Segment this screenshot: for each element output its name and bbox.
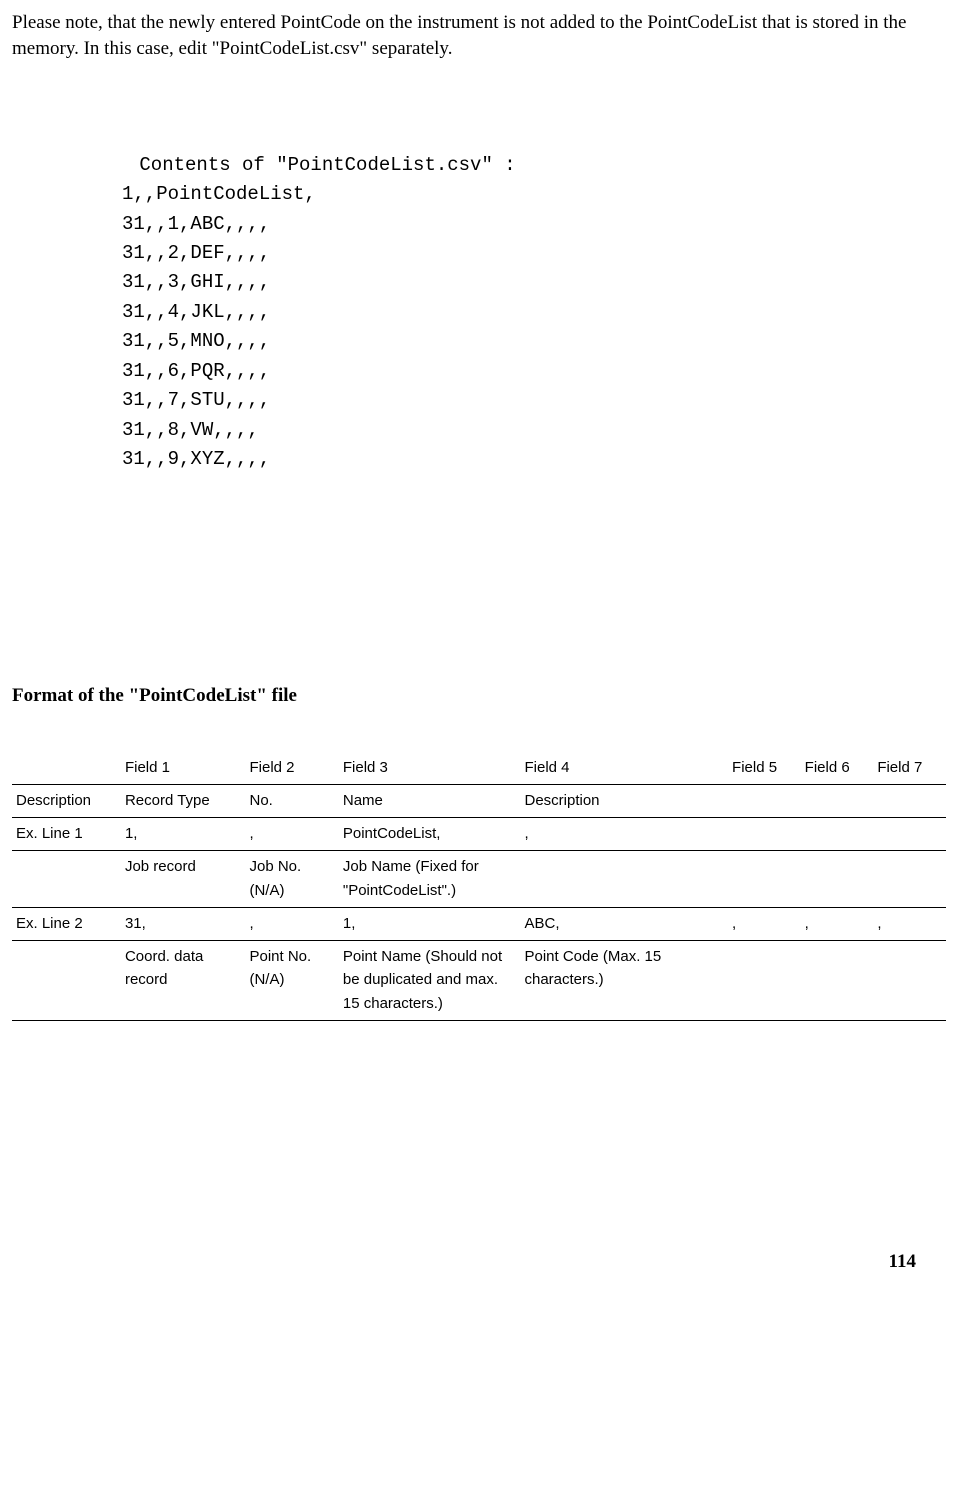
cell bbox=[12, 851, 121, 908]
intro-text: Please note, that the newly entered Poin… bbox=[12, 12, 906, 59]
table-row: Job record Job No. (N/A) Job Name (Fixed… bbox=[12, 851, 946, 908]
cell: Field 7 bbox=[873, 752, 946, 785]
cell: , bbox=[728, 907, 801, 940]
cell: Point Name (Should not be duplicated and… bbox=[339, 941, 521, 1021]
table-row: Coord. data record Point No. (N/A) Point… bbox=[12, 941, 946, 1021]
csv-line: 31,,5,MNO,,,, bbox=[122, 330, 270, 352]
section-title: Format of the "PointCodeList" file bbox=[12, 685, 946, 707]
cell: Description bbox=[12, 784, 121, 817]
cell: ABC, bbox=[520, 907, 728, 940]
cell: Field 3 bbox=[339, 752, 521, 785]
csv-line: 31,,8,VW,,,, bbox=[122, 419, 259, 441]
csv-line: 31,,7,STU,,,, bbox=[122, 389, 270, 411]
cell: Field 5 bbox=[728, 752, 801, 785]
cell bbox=[801, 784, 874, 817]
cell bbox=[728, 851, 801, 908]
cell: Job record bbox=[121, 851, 246, 908]
cell bbox=[728, 784, 801, 817]
csv-contents-block: Contents of "PointCodeList.csv" : 1,,Poi… bbox=[122, 121, 946, 474]
cell: , bbox=[873, 907, 946, 940]
cell: Job Name (Fixed for "PointCodeList".) bbox=[339, 851, 521, 908]
cell bbox=[801, 851, 874, 908]
cell: Field 4 bbox=[520, 752, 728, 785]
cell: Field 1 bbox=[121, 752, 246, 785]
cell: Name bbox=[339, 784, 521, 817]
cell: 1, bbox=[339, 907, 521, 940]
page-number: 114 bbox=[12, 1251, 946, 1273]
cell bbox=[873, 851, 946, 908]
cell: , bbox=[245, 907, 338, 940]
csv-line: 31,,1,ABC,,,, bbox=[122, 213, 270, 235]
cell: Description bbox=[520, 784, 728, 817]
cell bbox=[873, 941, 946, 1021]
cell: Point Code (Max. 15 characters.) bbox=[520, 941, 728, 1021]
cell: Record Type bbox=[121, 784, 246, 817]
cell: 31, bbox=[121, 907, 246, 940]
cell: No. bbox=[245, 784, 338, 817]
cell: , bbox=[520, 818, 728, 851]
csv-line: 31,,2,DEF,,,, bbox=[122, 242, 270, 264]
cell: Ex. Line 1 bbox=[12, 818, 121, 851]
table-row: Ex. Line 1 1, , PointCodeList, , bbox=[12, 818, 946, 851]
cell bbox=[728, 818, 801, 851]
cell: Ex. Line 2 bbox=[12, 907, 121, 940]
cell: PointCodeList, bbox=[339, 818, 521, 851]
cell bbox=[12, 752, 121, 785]
cell bbox=[873, 784, 946, 817]
cell: Field 2 bbox=[245, 752, 338, 785]
table-row: Description Record Type No. Name Descrip… bbox=[12, 784, 946, 817]
csv-line: 31,,9,XYZ,,,, bbox=[122, 448, 270, 470]
format-table: Field 1 Field 2 Field 3 Field 4 Field 5 … bbox=[12, 752, 946, 1021]
cell: 1, bbox=[121, 818, 246, 851]
cell: Point No. (N/A) bbox=[245, 941, 338, 1021]
cell: , bbox=[801, 907, 874, 940]
cell: Job No. (N/A) bbox=[245, 851, 338, 908]
cell bbox=[12, 941, 121, 1021]
cell: Field 6 bbox=[801, 752, 874, 785]
cell bbox=[873, 818, 946, 851]
csv-line: 31,,4,JKL,,,, bbox=[122, 301, 270, 323]
csv-title: Contents of "PointCodeList.csv" : bbox=[128, 154, 516, 176]
cell bbox=[728, 941, 801, 1021]
csv-line: 31,,3,GHI,,,, bbox=[122, 271, 270, 293]
cell: , bbox=[245, 818, 338, 851]
intro-paragraph: Please note, that the newly entered Poin… bbox=[12, 10, 946, 61]
cell bbox=[801, 818, 874, 851]
cell bbox=[520, 851, 728, 908]
cell bbox=[801, 941, 874, 1021]
table-row: Ex. Line 2 31, , 1, ABC, , , , bbox=[12, 907, 946, 940]
csv-line: 1,,PointCodeList, bbox=[122, 183, 316, 205]
csv-line: 31,,6,PQR,,,, bbox=[122, 360, 270, 382]
table-row: Field 1 Field 2 Field 3 Field 4 Field 5 … bbox=[12, 752, 946, 785]
cell: Coord. data record bbox=[121, 941, 246, 1021]
